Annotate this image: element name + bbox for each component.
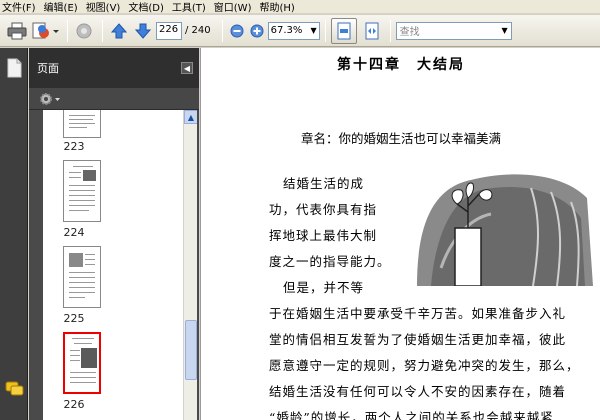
fit-page-button[interactable] <box>330 17 357 44</box>
fit-page-icon <box>337 22 351 39</box>
thumbnail-label: 225 <box>63 312 85 325</box>
printer-icon <box>7 22 27 39</box>
vase-flower-illustration <box>411 168 597 286</box>
toolbar: 226 / 240 67.3% ▼ 查找 ▼ <box>0 15 600 47</box>
zoom-in-button[interactable] <box>248 20 266 42</box>
toolbar-separator <box>102 19 103 42</box>
text-line: 愿意遵守一定的规则，努力避免冲突的发生，那么， <box>269 358 580 373</box>
panel-title: 页面 <box>37 62 59 75</box>
thumbnail-label: 226 <box>63 398 85 411</box>
document-view[interactable]: 第十四章 大结局 章名：你的婚姻生活也可以幸福美满 结婚生活的成 功，代表你具有… <box>200 48 600 420</box>
panel-header: 页面 ◀ <box>29 48 199 88</box>
text-line: 但是，并不等 <box>283 280 365 295</box>
page-thumbnail-selected[interactable] <box>63 332 101 394</box>
zoom-out-button[interactable] <box>228 20 246 42</box>
search-input[interactable]: 查找 ▼ <box>395 21 512 40</box>
menu-file[interactable]: 文件(F) <box>2 0 36 14</box>
collaborate-button[interactable] <box>30 20 60 42</box>
text-line: “婚龄”的增长，两个人之间的关系也会越来越紧 <box>269 410 554 420</box>
text-line: 挥地球上最伟大制 <box>269 228 378 243</box>
thumbnail-list[interactable]: 223 224 225 226 ▲ <box>43 110 197 420</box>
toolbar-separator <box>67 19 68 42</box>
page-icon <box>7 58 22 78</box>
text-line: 结婚生活没有任何可以令人不安的因素存在，随着 <box>269 384 567 399</box>
thumbnail-label: 223 <box>63 140 85 153</box>
hand-tool-button[interactable] <box>73 20 95 42</box>
comment-icon <box>5 381 24 396</box>
fit-width-button[interactable] <box>361 20 383 42</box>
menu-bar: 文件(F) 编辑(E) 视图(V) 文档(D) 工具(T) 窗口(W) 帮助(H… <box>0 0 600 14</box>
next-page-button[interactable] <box>132 20 154 42</box>
page-number-input[interactable]: 226 <box>156 21 182 40</box>
menu-view[interactable]: 视图(V) <box>86 0 121 14</box>
arrow-down-icon <box>134 23 152 39</box>
thumbnail-scrollbar[interactable]: ▲ <box>183 110 197 420</box>
menu-help[interactable]: 帮助(H) <box>259 0 294 14</box>
zoom-value: 67.3% <box>270 25 303 36</box>
previous-page-button[interactable] <box>108 20 130 42</box>
panel-options-button[interactable] <box>29 88 199 110</box>
pages-panel: 页面 ◀ 223 224 225 226 ▲ <box>29 48 199 420</box>
section-title: 章名：你的婚姻生活也可以幸福美满 <box>300 131 501 146</box>
collapse-panel-button[interactable]: ◀ <box>181 62 193 74</box>
pages-nav-button[interactable] <box>5 58 23 78</box>
toolbar-separator <box>324 19 326 42</box>
chevron-down-icon: ▼ <box>501 26 508 35</box>
zoom-out-icon <box>230 24 244 37</box>
settings-disabled-icon <box>76 23 92 38</box>
search-placeholder: 查找 <box>399 27 420 38</box>
toolbar-separator <box>221 19 223 42</box>
chevron-down-icon: ▼ <box>310 26 317 35</box>
share-icon <box>32 22 59 38</box>
chapter-title: 第十四章 大结局 <box>337 57 465 73</box>
chevron-left-icon: ◀ <box>183 63 191 73</box>
menu-tools[interactable]: 工具(T) <box>172 0 206 14</box>
toolbar-separator <box>389 19 391 42</box>
print-button[interactable] <box>6 20 28 42</box>
menu-window[interactable]: 窗口(W) <box>214 0 252 14</box>
gear-icon <box>40 92 60 105</box>
page-total: / 240 <box>185 25 211 36</box>
text-line: 结婚生活的成 <box>283 176 365 191</box>
text-line: 度之一的指导能力。 <box>269 254 391 269</box>
page-thumbnail[interactable] <box>63 110 101 138</box>
scroll-up-button[interactable]: ▲ <box>184 110 197 124</box>
navigation-strip <box>0 48 28 420</box>
text-line: 功，代表你具有指 <box>269 202 378 217</box>
scroll-thumb[interactable] <box>185 320 197 380</box>
page-thumbnail[interactable] <box>63 246 101 308</box>
arrow-up-icon <box>110 22 128 38</box>
text-line: 堂的情侣相互发誓为了使婚姻生活更加幸福，彼此 <box>269 332 567 347</box>
fit-width-icon <box>365 22 379 39</box>
comments-nav-button[interactable] <box>5 380 24 400</box>
page-thumbnail[interactable] <box>63 160 101 222</box>
menu-document[interactable]: 文档(D) <box>128 0 164 14</box>
text-line: 于在婚姻生活中要承受千辛万苦。如果准备步入礼 <box>269 306 567 321</box>
zoom-select[interactable]: 67.3% ▼ <box>267 21 320 40</box>
menu-edit[interactable]: 编辑(E) <box>44 0 78 14</box>
thumbnail-label: 224 <box>63 226 85 239</box>
zoom-in-icon <box>250 24 264 37</box>
